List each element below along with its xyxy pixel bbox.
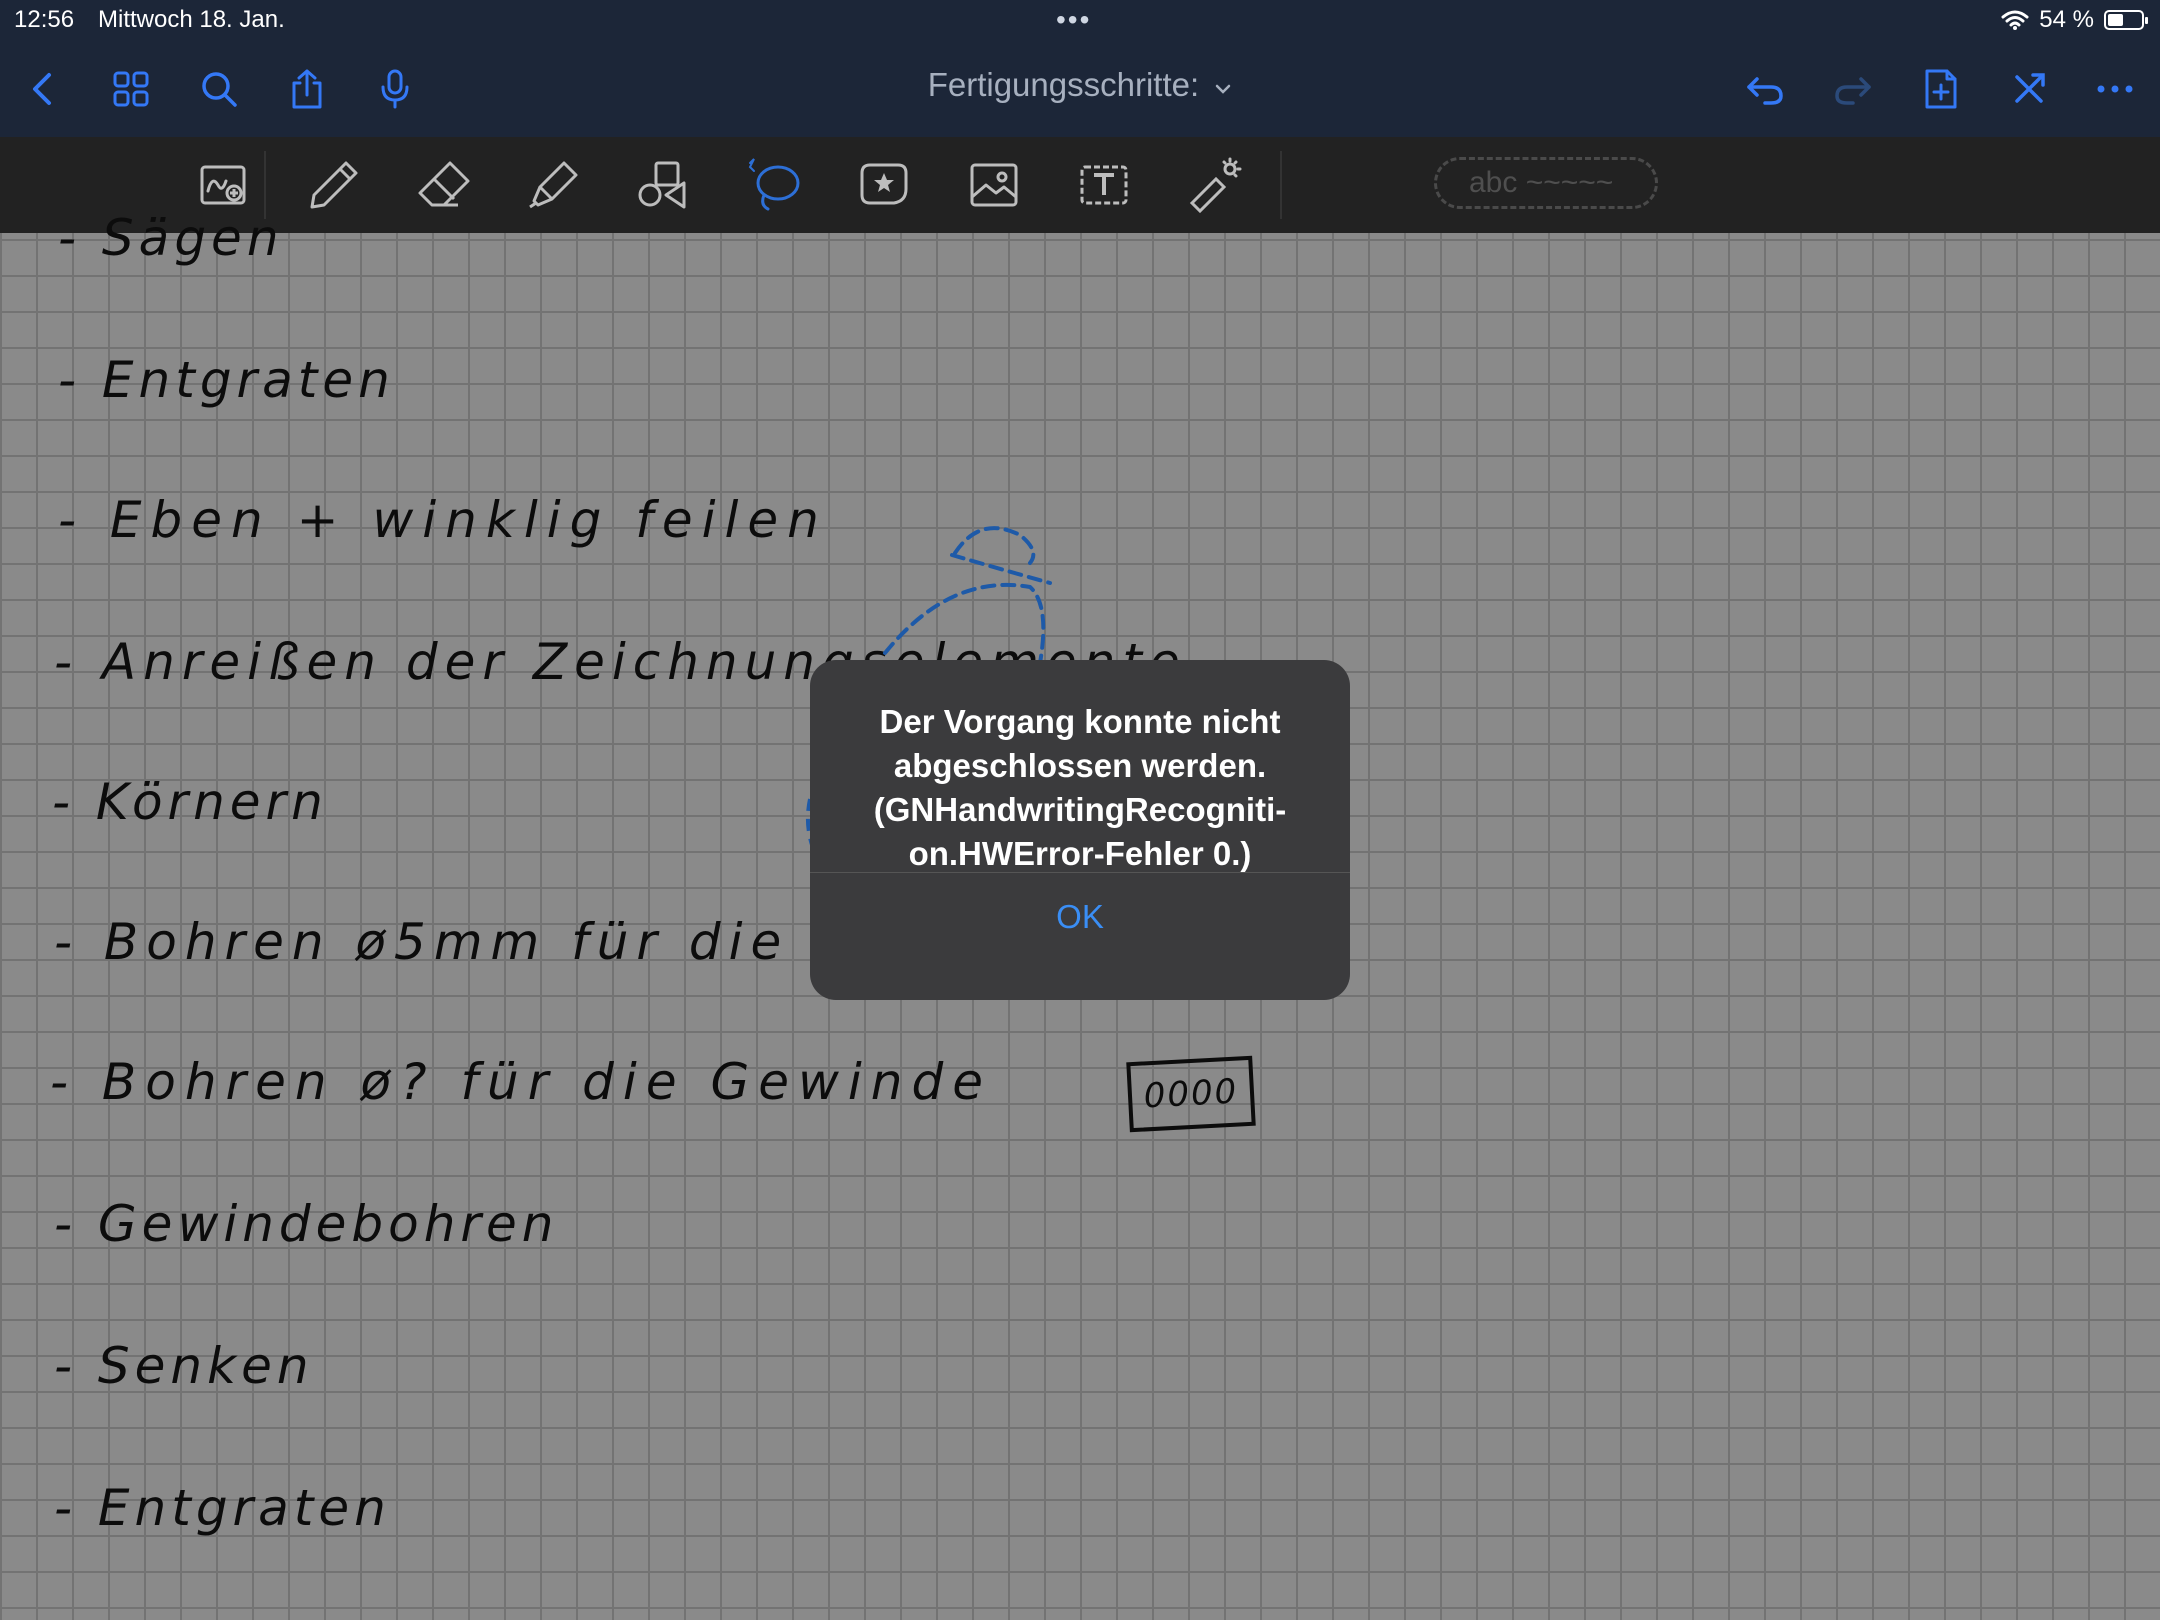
more-button[interactable] [2090, 64, 2140, 114]
pen-tool[interactable] [304, 155, 364, 215]
undo-button[interactable] [1740, 64, 1790, 114]
eraser-tool[interactable] [414, 155, 474, 215]
lasso-tool[interactable] [744, 155, 804, 215]
add-page-icon [1925, 69, 1957, 109]
sticker-tool[interactable] [854, 155, 914, 215]
toolbar-separator [1280, 151, 1282, 219]
drawing-toolbar: abc ~~~~~ [0, 137, 2160, 233]
sticker-icon [860, 163, 908, 205]
multitasking-dots-icon[interactable]: ••• [1056, 4, 1091, 36]
image-icon [970, 163, 1018, 207]
battery-fill [2108, 14, 2124, 26]
eraser-icon [418, 161, 470, 207]
text-tool[interactable] [1074, 155, 1134, 215]
pen-icon [310, 161, 358, 209]
image-tool[interactable] [964, 155, 1024, 215]
undo-icon [1747, 77, 1783, 105]
lasso-icon [748, 158, 800, 211]
laser-pointer-icon [1189, 157, 1242, 213]
error-alert: Der Vorgang konnte nicht abgeschlossen w… [810, 660, 1350, 1000]
recognition-placeholder: abc ~~~~~ [1469, 166, 1614, 199]
chevron-down-icon [1216, 84, 1231, 94]
redo-button[interactable] [1828, 64, 1878, 114]
text-icon [1080, 165, 1128, 205]
alert-ok-button[interactable]: OK [810, 873, 1350, 961]
navigation-bar: Fertigungsschritte: [0, 40, 2160, 137]
document-title-text: Fertigungsschritte: [927, 66, 1200, 103]
highlighter-icon [529, 161, 578, 209]
close-icon [2015, 73, 2045, 103]
shapes-tool[interactable] [634, 155, 694, 215]
status-right: 54 % [2001, 6, 2148, 34]
more-icon [2097, 85, 2133, 93]
wifi-icon [2001, 10, 2029, 30]
battery-icon [2104, 10, 2148, 30]
status-bar: 12:56 Mittwoch 18. Jan. ••• 54 % [0, 0, 2160, 40]
shapes-icon [638, 161, 686, 209]
alert-message: Der Vorgang konnte nicht abgeschlossen w… [873, 703, 1287, 872]
add-page-button[interactable] [1916, 64, 1966, 114]
status-time: 12:56 [14, 6, 75, 33]
battery-percent: 54 % [2039, 6, 2094, 33]
handwriting-recognition-field[interactable]: abc ~~~~~ [1434, 157, 1658, 209]
highlighter-tool[interactable] [524, 155, 584, 215]
zoom-window-icon [200, 165, 246, 205]
laser-pointer-tool[interactable] [1184, 155, 1244, 215]
close-button[interactable] [2004, 64, 2054, 114]
redo-icon [1835, 77, 1871, 105]
zoom-window-tool[interactable] [194, 155, 254, 215]
status-date: Mittwoch 18. Jan. [98, 6, 285, 33]
